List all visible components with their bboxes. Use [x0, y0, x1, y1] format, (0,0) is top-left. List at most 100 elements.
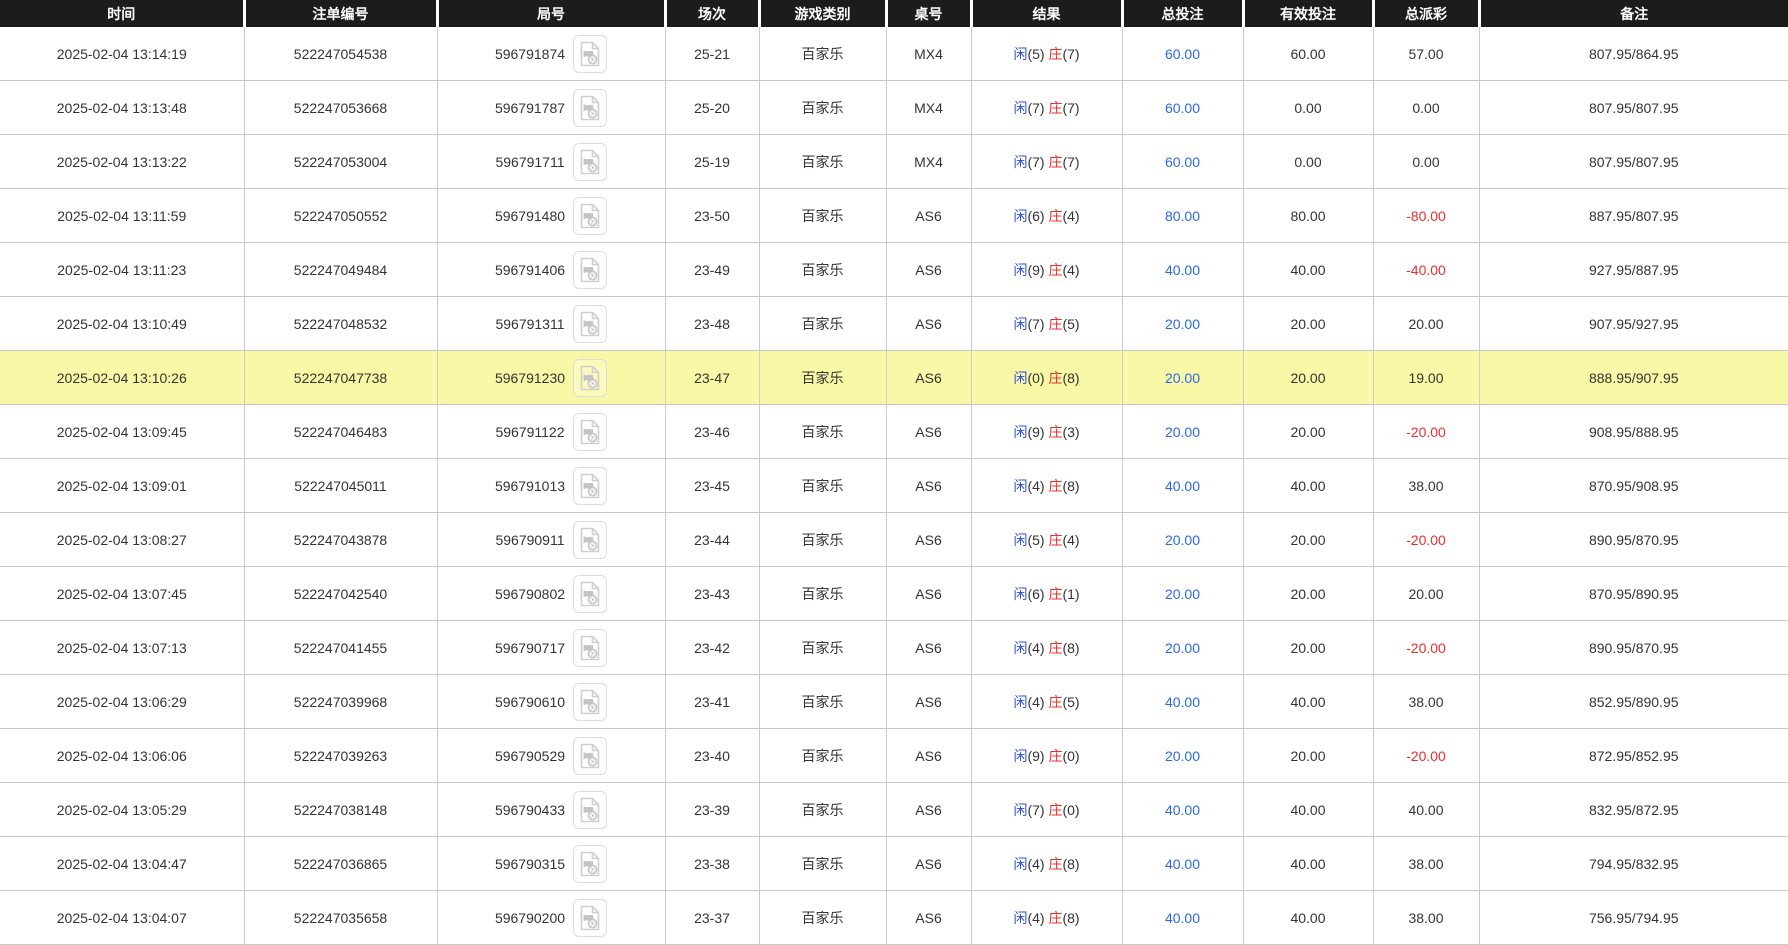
cell-remark: 908.95/888.95: [1479, 405, 1788, 459]
cell-total_bet: 40.00: [1122, 783, 1243, 837]
round-number: 596790717: [495, 640, 565, 656]
cell-remark: 888.95/907.95: [1479, 351, 1788, 405]
cell-remark: 887.95/807.95: [1479, 189, 1788, 243]
result-banker-label: 庄: [1048, 100, 1062, 116]
result-player-value: (7): [1027, 802, 1048, 818]
cell-payout: 20.00: [1373, 297, 1479, 351]
cell-time: 2025-02-04 13:04:47: [0, 837, 244, 891]
cell-payout: -40.00: [1373, 243, 1479, 297]
table-row[interactable]: 2025-02-04 13:09:45522247046483596791122…: [0, 405, 1788, 459]
round-number: 596790315: [495, 856, 565, 872]
table-row[interactable]: 2025-02-04 13:10:26522247047738596791230…: [0, 351, 1788, 405]
cell-round_id: 596791874: [437, 27, 665, 81]
result-player-value: (7): [1027, 154, 1048, 170]
video-replay-button[interactable]: [573, 791, 607, 829]
table-row[interactable]: 2025-02-04 13:04:47522247036865596790315…: [0, 837, 1788, 891]
video-file-icon: [578, 473, 602, 499]
result-banker-label: 庄: [1048, 532, 1062, 548]
cell-result: 闲(7) 庄(0): [971, 783, 1122, 837]
cell-payout: -20.00: [1373, 729, 1479, 783]
cell-time: 2025-02-04 13:06:29: [0, 675, 244, 729]
cell-table_id: AS6: [886, 297, 971, 351]
cell-total_bet: 40.00: [1122, 243, 1243, 297]
cell-bet_id: 522247042540: [244, 567, 437, 621]
video-replay-button[interactable]: [573, 143, 607, 181]
cell-time: 2025-02-04 13:04:07: [0, 891, 244, 945]
table-row[interactable]: 2025-02-04 13:10:49522247048532596791311…: [0, 297, 1788, 351]
result-banker-label: 庄: [1048, 46, 1062, 62]
result-banker-label: 庄: [1048, 802, 1062, 818]
cell-time: 2025-02-04 13:06:06: [0, 729, 244, 783]
result-banker-value: (4): [1062, 532, 1079, 548]
table-row[interactable]: 2025-02-04 13:13:22522247053004596791711…: [0, 135, 1788, 189]
table-row[interactable]: 2025-02-04 13:09:01522247045011596791013…: [0, 459, 1788, 513]
video-replay-button[interactable]: [573, 575, 607, 613]
video-file-icon: [578, 527, 602, 553]
table-row[interactable]: 2025-02-04 13:11:59522247050552596791480…: [0, 189, 1788, 243]
column-header-result: 结果: [971, 0, 1122, 27]
result-banker-value: (1): [1062, 586, 1079, 602]
column-header-total_bet: 总投注: [1122, 0, 1243, 27]
video-replay-button[interactable]: [573, 521, 607, 559]
video-replay-button[interactable]: [573, 845, 607, 883]
cell-remark: 807.95/807.95: [1479, 135, 1788, 189]
video-replay-button[interactable]: [573, 683, 607, 721]
cell-payout: 0.00: [1373, 135, 1479, 189]
table-row[interactable]: 2025-02-04 13:05:29522247038148596790433…: [0, 783, 1788, 837]
table-row[interactable]: 2025-02-04 13:07:13522247041455596790717…: [0, 621, 1788, 675]
video-replay-button[interactable]: [573, 305, 607, 343]
result-player-label: 闲: [1013, 586, 1027, 602]
video-replay-button[interactable]: [573, 899, 607, 937]
table-row[interactable]: 2025-02-04 13:06:29522247039968596790610…: [0, 675, 1788, 729]
video-replay-button[interactable]: [573, 89, 607, 127]
cell-bet_id: 522247053004: [244, 135, 437, 189]
cell-table_id: AS6: [886, 783, 971, 837]
table-row[interactable]: 2025-02-04 13:07:45522247042540596790802…: [0, 567, 1788, 621]
table-row[interactable]: 2025-02-04 13:06:06522247039263596790529…: [0, 729, 1788, 783]
table-row[interactable]: 2025-02-04 13:13:48522247053668596791787…: [0, 81, 1788, 135]
cell-result: 闲(5) 庄(4): [971, 513, 1122, 567]
table-row[interactable]: 2025-02-04 13:14:19522247054538596791874…: [0, 27, 1788, 81]
table-row[interactable]: 2025-02-04 13:11:23522247049484596791406…: [0, 243, 1788, 297]
cell-game_type: 百家乐: [759, 891, 886, 945]
result-player-value: (9): [1027, 262, 1048, 278]
cell-session: 23-45: [665, 459, 759, 513]
cell-total_bet: 60.00: [1122, 135, 1243, 189]
cell-valid_bet: 80.00: [1243, 189, 1373, 243]
cell-session: 23-38: [665, 837, 759, 891]
video-replay-button[interactable]: [573, 359, 607, 397]
cell-table_id: AS6: [886, 189, 971, 243]
table-row[interactable]: 2025-02-04 13:08:27522247043878596790911…: [0, 513, 1788, 567]
result-player-label: 闲: [1013, 316, 1027, 332]
video-replay-button[interactable]: [573, 629, 607, 667]
round-number: 596790911: [495, 532, 564, 548]
column-header-valid_bet: 有效投注: [1243, 0, 1373, 27]
video-file-icon: [578, 41, 602, 67]
table-row[interactable]: 2025-02-04 13:04:07522247035658596790200…: [0, 891, 1788, 945]
cell-session: 23-37: [665, 891, 759, 945]
cell-valid_bet: 20.00: [1243, 351, 1373, 405]
video-file-icon: [578, 365, 602, 391]
result-player-value: (4): [1027, 910, 1048, 926]
video-replay-button[interactable]: [573, 197, 607, 235]
result-banker-label: 庄: [1048, 370, 1062, 386]
video-replay-button[interactable]: [573, 413, 607, 451]
result-banker-value: (5): [1062, 316, 1079, 332]
cell-bet_id: 522247050552: [244, 189, 437, 243]
cell-table_id: MX4: [886, 81, 971, 135]
cell-total_bet: 60.00: [1122, 27, 1243, 81]
video-replay-button[interactable]: [573, 467, 607, 505]
cell-game_type: 百家乐: [759, 405, 886, 459]
cell-payout: 38.00: [1373, 891, 1479, 945]
cell-remark: 794.95/832.95: [1479, 837, 1788, 891]
video-replay-button[interactable]: [573, 737, 607, 775]
round-number: 596790529: [495, 748, 565, 764]
cell-game_type: 百家乐: [759, 783, 886, 837]
cell-time: 2025-02-04 13:11:23: [0, 243, 244, 297]
cell-time: 2025-02-04 13:11:59: [0, 189, 244, 243]
result-player-value: (4): [1027, 478, 1048, 494]
video-replay-button[interactable]: [573, 35, 607, 73]
result-player-value: (5): [1027, 532, 1048, 548]
video-replay-button[interactable]: [573, 251, 607, 289]
cell-payout: -20.00: [1373, 405, 1479, 459]
